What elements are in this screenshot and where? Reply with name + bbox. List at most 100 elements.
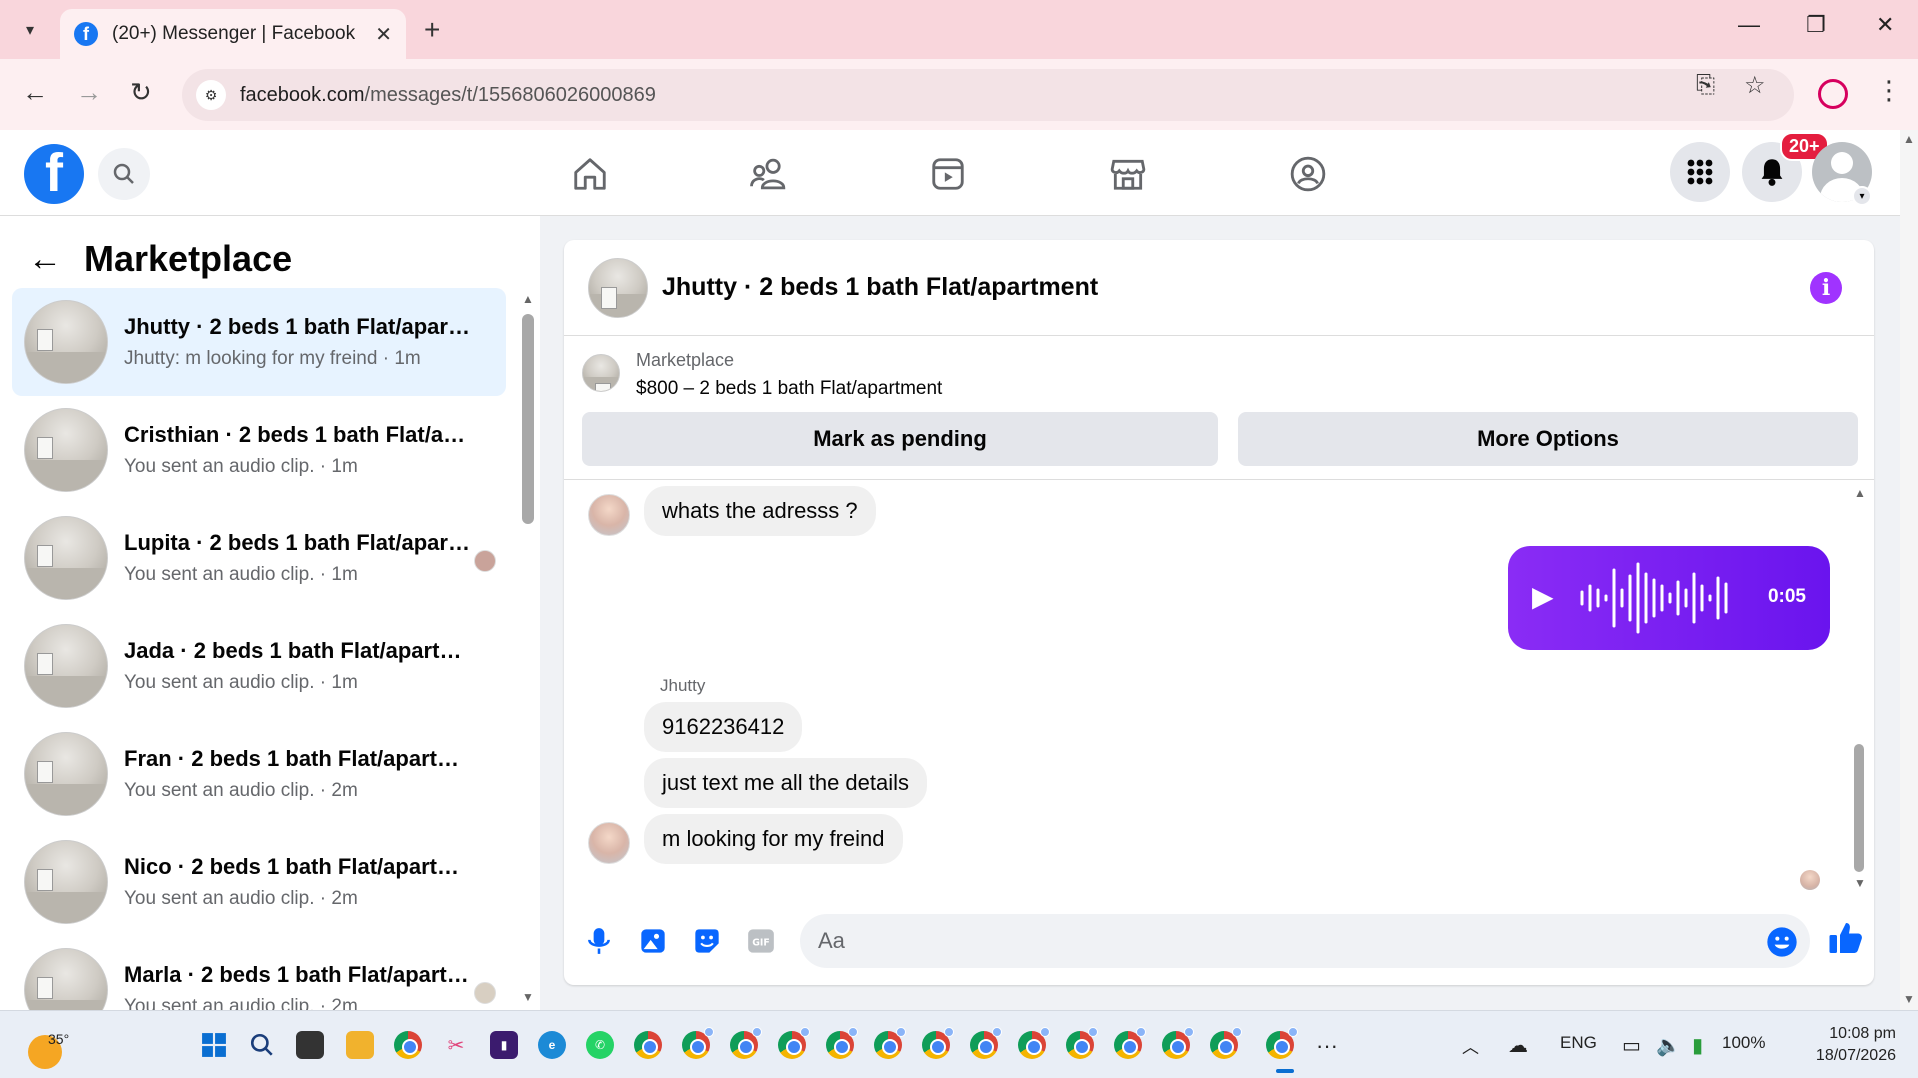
conversation-preview: Jhutty: m looking for my freind	[124, 348, 378, 369]
battery-icon[interactable]: ▮	[1692, 1033, 1703, 1058]
like-button[interactable]	[1826, 918, 1866, 958]
browser-profile-icon[interactable]	[1818, 79, 1848, 109]
url-text[interactable]: facebook.com/messages/t/1556806026000869	[240, 84, 656, 107]
file-explorer-icon[interactable]	[346, 1031, 374, 1059]
nav-friends[interactable]	[740, 152, 800, 196]
edge-icon[interactable]: e	[538, 1031, 566, 1059]
chat-scroll-down-arrow[interactable]: ▼	[1854, 876, 1866, 890]
chat-listing-thumbnail[interactable]	[588, 257, 648, 318]
gif-button[interactable]: GIF	[744, 924, 778, 958]
page-scroll-down[interactable]: ▼	[1903, 992, 1915, 1006]
chrome-profile-icon[interactable]	[1162, 1027, 1194, 1059]
page-scroll-up[interactable]: ▲	[1903, 132, 1915, 146]
chat-scrollbar[interactable]	[1854, 744, 1864, 872]
chrome-profile-icon[interactable]	[1018, 1027, 1050, 1059]
omnibox[interactable]: ⚙ facebook.com/messages/t/15568060260008…	[182, 69, 1794, 121]
chrome-icon[interactable]	[634, 1031, 662, 1059]
attach-photo-button[interactable]	[636, 924, 670, 958]
mark-as-pending-button[interactable]: Mark as pending	[582, 412, 1218, 466]
whatsapp-icon[interactable]: ✆	[586, 1031, 614, 1059]
nav-marketplace[interactable]	[1098, 152, 1158, 196]
back-arrow-icon[interactable]: ←	[28, 240, 62, 279]
start-button[interactable]	[200, 1031, 228, 1059]
conversation-item[interactable]: Jhutty · 2 beds 1 bath Flat/apartment Jh…	[12, 288, 506, 396]
scroll-up-arrow[interactable]: ▲	[522, 292, 534, 306]
chrome-profile-icon[interactable]	[1114, 1027, 1146, 1059]
browser-menu-icon[interactable]: ⋮	[1876, 75, 1902, 106]
message-bubble: m looking for my freind	[644, 814, 903, 864]
listing-price-title[interactable]: $800 – 2 beds 1 bath Flat/apartment	[636, 378, 942, 400]
sidebar-scrollbar[interactable]	[522, 314, 534, 524]
chevron-down-icon[interactable]: ▾	[1852, 186, 1872, 206]
message-input-box[interactable]	[800, 914, 1810, 968]
chrome-profile-icon[interactable]	[922, 1027, 954, 1059]
chat-scroll-up-arrow[interactable]: ▲	[1854, 486, 1866, 500]
close-tab-icon[interactable]: ✕	[375, 22, 392, 47]
conversation-item[interactable]: Jada · 2 beds 1 bath Flat/apartment You …	[12, 612, 506, 720]
page-scrollbar[interactable]: ▲ ▼	[1900, 130, 1918, 1010]
message-bubble: 9162236412	[644, 702, 803, 752]
more-apps-icon[interactable]: ···	[1316, 1033, 1338, 1059]
listing-thumbnail	[24, 516, 108, 600]
listing-thumbnail	[24, 624, 108, 708]
conversation-item[interactable]: Lupita · 2 beds 1 bath Flat/apartment Yo…	[12, 504, 506, 612]
chrome-profile-icon[interactable]	[826, 1027, 858, 1059]
conversation-preview: You sent an audio clip.	[124, 456, 315, 477]
message-input[interactable]	[818, 928, 1718, 954]
info-icon[interactable]: i	[1810, 272, 1842, 304]
chrome-icon[interactable]	[394, 1031, 422, 1059]
new-tab-button[interactable]: +	[424, 14, 440, 46]
chrome-profile-icon[interactable]	[1066, 1027, 1098, 1059]
task-view-icon[interactable]	[296, 1031, 324, 1059]
chrome-active-icon[interactable]	[1266, 1027, 1298, 1059]
chrome-profile-icon[interactable]	[682, 1027, 714, 1059]
snipping-tool-icon[interactable]: ✂	[442, 1031, 470, 1059]
address-bar-area: ← → ↻ ⚙ facebook.com/messages/t/15568060…	[0, 59, 1918, 130]
volume-icon[interactable]: 🔈	[1656, 1033, 1681, 1058]
facebook-logo[interactable]: f	[24, 144, 84, 204]
chrome-profile-icon[interactable]	[1210, 1027, 1242, 1059]
chrome-profile-icon[interactable]	[730, 1027, 762, 1059]
chrome-profile-icon[interactable]	[874, 1027, 906, 1059]
taskbar-search-button[interactable]	[248, 1031, 276, 1059]
show-hidden-icons[interactable]: ︿	[1462, 1033, 1479, 1058]
browser-tab[interactable]: f (20+) Messenger | Facebook ✕	[60, 9, 406, 59]
onedrive-icon[interactable]: ☁	[1508, 1033, 1528, 1058]
conversation-name: Jhutty · 2 beds 1 bath Flat/apartment	[124, 314, 474, 339]
nav-groups[interactable]	[1278, 152, 1338, 196]
forward-button[interactable]: →	[76, 77, 102, 108]
chrome-profile-icon[interactable]	[778, 1027, 810, 1059]
language-indicator[interactable]: ENG	[1560, 1033, 1597, 1053]
bookmark-star-icon[interactable]: ☆	[1744, 71, 1766, 100]
conversation-item[interactable]: Nico · 2 beds 1 bath Flat/apartment You …	[12, 828, 506, 936]
site-info-icon[interactable]: ⚙	[196, 80, 226, 110]
nav-watch[interactable]	[918, 152, 978, 196]
conversation-item[interactable]: Cristhian · 2 beds 1 bath Flat/apartment…	[12, 396, 506, 504]
system-clock[interactable]: 10:08 pm 18/07/2026	[1800, 1023, 1896, 1067]
scroll-down-arrow[interactable]: ▼	[522, 990, 534, 1004]
app-icon[interactable]: ▮	[490, 1031, 518, 1059]
menu-button[interactable]	[1670, 142, 1730, 202]
search-button[interactable]	[98, 148, 150, 200]
conversation-item[interactable]: Fran · 2 beds 1 bath Flat/apartment You …	[12, 720, 506, 828]
minimize-button[interactable]: —	[1738, 12, 1760, 38]
voice-clip-button[interactable]	[582, 924, 616, 958]
nav-home[interactable]	[560, 152, 620, 196]
listing-thumbnail[interactable]	[582, 354, 620, 392]
sticker-button[interactable]	[690, 924, 724, 958]
back-button[interactable]: ←	[22, 77, 48, 108]
conversation-item[interactable]: Marla · 2 beds 1 bath Flat/apartment You…	[12, 936, 506, 1010]
more-options-button[interactable]: More Options	[1238, 412, 1858, 466]
conversation-list: Jhutty · 2 beds 1 bath Flat/apartment Jh…	[12, 288, 506, 1010]
chat-title[interactable]: Jhutty · 2 beds 1 bath Flat/apartment	[662, 273, 1098, 302]
restore-button[interactable]: ❐	[1806, 12, 1826, 38]
audio-message[interactable]: ▶ 0:05	[1508, 546, 1830, 650]
close-window-button[interactable]: ✕	[1876, 12, 1894, 38]
tab-search-button[interactable]: ▾	[12, 14, 48, 46]
play-icon[interactable]: ▶	[1532, 580, 1554, 613]
install-app-icon[interactable]: ⎘	[1696, 71, 1715, 99]
chrome-profile-icon[interactable]	[970, 1027, 1002, 1059]
emoji-button[interactable]	[1766, 926, 1798, 963]
network-icon[interactable]: ▭	[1622, 1033, 1641, 1058]
reload-button[interactable]: ↻	[130, 77, 152, 108]
